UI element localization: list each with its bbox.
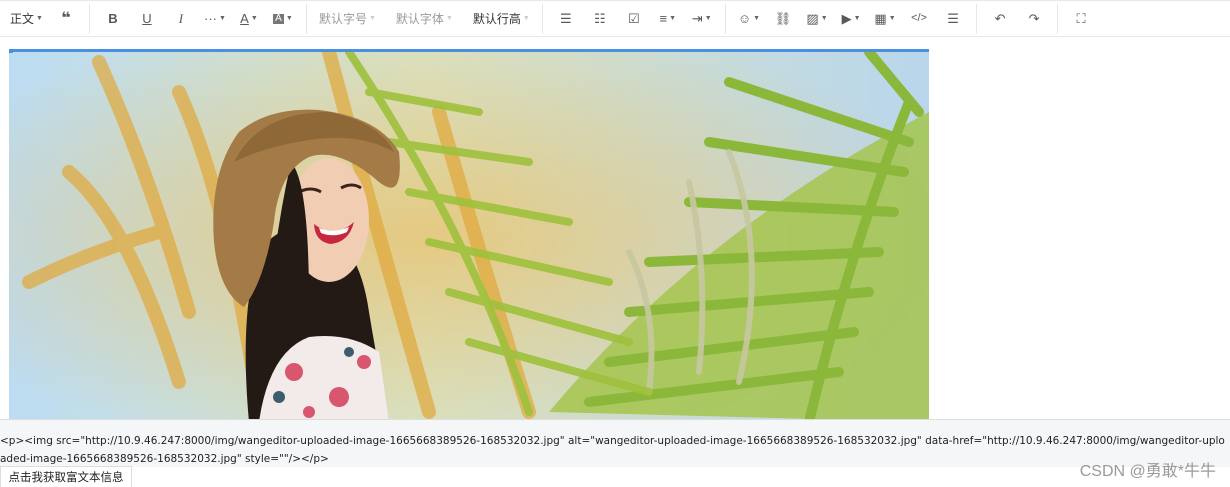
indent-button[interactable]: ⇥ ▼	[687, 5, 717, 33]
font-family-label: 默认字体	[395, 12, 444, 26]
image-button[interactable]: ▨ ▼	[802, 5, 832, 33]
link-icon: ⛓	[774, 11, 792, 26]
image-icon: ▨	[806, 11, 819, 26]
numbered-list-icon: ☷	[593, 11, 606, 26]
background-color-button[interactable]: A ▼	[268, 5, 298, 33]
toolbar-divider	[724, 3, 726, 34]
chevron-down-icon: ▼	[285, 15, 293, 22]
chevron-down-icon: ▼	[368, 15, 376, 22]
todo-button[interactable]: ☑	[619, 5, 649, 33]
chevron-down-icon: ▼	[853, 15, 861, 22]
bulleted-list-icon: ☰	[559, 11, 572, 26]
italic-icon: I	[178, 11, 184, 26]
toolbar-divider	[88, 3, 90, 34]
underline-button[interactable]: U	[132, 5, 162, 33]
header-select[interactable]: 正文 ▼	[6, 5, 47, 33]
video-icon: ▶	[841, 11, 852, 26]
editor-content-area[interactable]	[0, 37, 1230, 419]
html-source-output: <p><img src="http://10.9.46.247:8000/img…	[0, 419, 1230, 467]
numbered-list-button[interactable]: ☷	[585, 5, 615, 33]
undo-icon: ↶	[994, 11, 1006, 26]
table-icon: ▦	[874, 11, 887, 26]
font-size-select[interactable]: 默认字号 ▼	[315, 5, 380, 33]
emoji-icon: ☺	[737, 11, 752, 26]
fullscreen-button[interactable]: ⛶	[1066, 5, 1096, 33]
uploaded-image[interactable]	[9, 49, 929, 419]
toolbar-divider	[976, 3, 978, 34]
font-family-select[interactable]: 默认字体 ▼	[392, 5, 457, 33]
toolbar-divider	[1057, 3, 1059, 34]
indent-icon: ⇥	[691, 11, 703, 26]
chevron-down-icon: ▼	[888, 15, 896, 22]
chevron-down-icon: ▼	[250, 15, 258, 22]
toolbar-divider	[541, 3, 543, 34]
bold-icon: B	[108, 11, 118, 26]
photo-illustration	[9, 52, 929, 419]
font-color-button[interactable]: A ▼	[234, 5, 264, 33]
selection-handle[interactable]	[9, 49, 13, 53]
toolbar-divider	[305, 3, 307, 34]
bold-button[interactable]: B	[98, 5, 128, 33]
video-button[interactable]: ▶ ▼	[836, 5, 866, 33]
redo-button[interactable]: ↷	[1019, 5, 1049, 33]
emotion-button[interactable]: ☺ ▼	[734, 5, 764, 33]
editor-toolbar: 正文 ▼ ❝ B U I ··· ▼ A ▼ A ▼ 默认字号 ▼ 默认字体 ▼ 默认行高 ▼…	[0, 0, 1230, 37]
line-height-select[interactable]: 默认行高 ▼	[469, 5, 534, 33]
code-block-button[interactable]: </>	[904, 5, 934, 33]
chevron-down-icon: ▼	[522, 15, 530, 22]
font-size-label: 默认字号	[318, 12, 367, 26]
get-rich-text-button[interactable]: 点击我获取富文本信息	[0, 466, 132, 487]
divider-icon: ☰	[947, 11, 959, 26]
link-button[interactable]: ⛓	[768, 5, 798, 33]
fullscreen-icon: ⛶	[1076, 11, 1086, 26]
chevron-down-icon: ▼	[218, 15, 226, 22]
divider-button[interactable]: ☰	[938, 5, 968, 33]
chevron-down-icon: ▼	[704, 15, 712, 22]
more-style-button[interactable]: ··· ▼	[200, 5, 230, 33]
code-icon: </>	[911, 12, 927, 24]
redo-icon: ↷	[1028, 11, 1040, 26]
line-height-label: 默认行高	[472, 12, 521, 26]
bulleted-list-button[interactable]: ☰	[551, 5, 581, 33]
font-color-icon: A	[240, 11, 249, 26]
chevron-down-icon: ▼	[820, 15, 828, 22]
more-icon: ···	[203, 11, 217, 26]
justify-button[interactable]: ≡ ▼	[653, 5, 683, 33]
align-icon: ≡	[659, 11, 668, 26]
quote-icon: ❝	[61, 9, 71, 27]
chevron-down-icon: ▼	[669, 15, 677, 22]
watermark: CSDN @勇敢*牛牛	[1079, 463, 1216, 480]
blockquote-button[interactable]: ❝	[51, 5, 81, 33]
underline-icon: U	[142, 11, 152, 26]
background-color-icon: A	[273, 12, 284, 24]
todo-icon: ☑	[627, 11, 640, 26]
chevron-down-icon: ▼	[753, 15, 761, 22]
undo-button[interactable]: ↶	[985, 5, 1015, 33]
italic-button[interactable]: I	[166, 5, 196, 33]
table-button[interactable]: ▦ ▼	[870, 5, 900, 33]
chevron-down-icon: ▼	[36, 15, 43, 22]
chevron-down-icon: ▼	[445, 15, 453, 22]
header-select-label: 正文	[10, 12, 35, 26]
